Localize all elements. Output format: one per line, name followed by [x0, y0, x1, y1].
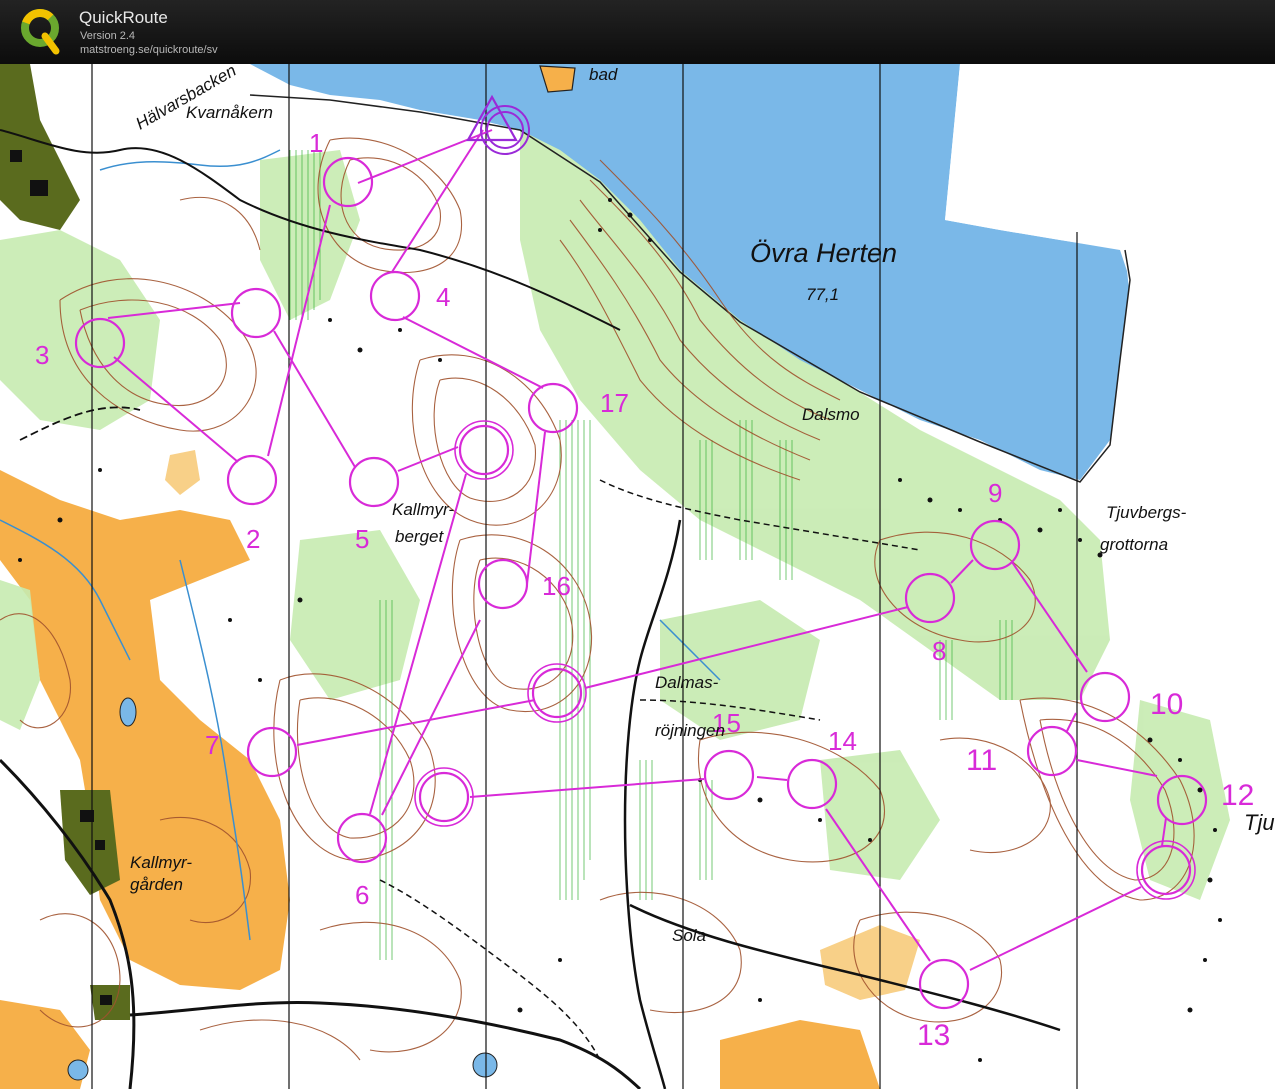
- control-number-2: 2: [246, 524, 260, 554]
- place-dalmas: Dalmas-: [655, 673, 719, 692]
- place-sola: Sola: [672, 926, 706, 945]
- app-version: Version 2.4: [80, 30, 136, 42]
- control-number-6: 6: [355, 880, 369, 910]
- control-number-8: 8: [932, 636, 946, 666]
- control-number-11: 11: [966, 744, 997, 777]
- control-13-circle: [918, 958, 970, 1010]
- place-rojningen: röjningen: [655, 721, 725, 740]
- control-number-9: 9: [988, 478, 1002, 508]
- place-tjuvbergs: Tjuvbergs-: [1106, 503, 1187, 522]
- control-d3-circle: [418, 771, 470, 823]
- control-d1-circle: [458, 424, 510, 476]
- control-number-10: 10: [1150, 688, 1183, 721]
- control-number-17: 17: [600, 388, 629, 418]
- control-15-circle: [703, 749, 755, 801]
- control-number-12: 12: [1221, 779, 1254, 812]
- control-5-circle: [348, 456, 400, 508]
- control-17-circle: [527, 382, 579, 434]
- quickroute-window: QuickRoute Version 2.4 matstroeng.se/qui…: [0, 0, 1275, 1089]
- place-berget: berget: [395, 527, 444, 546]
- open-land-south: [720, 1020, 880, 1089]
- place-grottorna: grottorna: [1100, 535, 1168, 554]
- place-kvarnakern: Kvarnåkern: [186, 103, 273, 122]
- place-kallmyr: Kallmyr-: [392, 500, 454, 519]
- control-number-4: 4: [436, 282, 450, 312]
- lake-altitude: 77,1: [806, 285, 839, 304]
- app-title: QuickRoute: [79, 8, 168, 27]
- map-canvas: 1 2 3 4 5 6 7 8 9 10 11 12 13 14 15 16 1…: [0, 64, 1275, 1089]
- control-2-circle: [226, 454, 278, 506]
- orienteering-map[interactable]: 1 2 3 4 5 6 7 8 9 10 11 12 13 14 15 16 1…: [0, 64, 1275, 1089]
- control-number-3: 3: [35, 340, 49, 370]
- control-number-13: 13: [917, 1019, 950, 1052]
- control-18-circle: [369, 270, 421, 322]
- control-10-circle: [1079, 671, 1131, 723]
- open-land-southeast: [820, 925, 920, 1000]
- place-tju: Tju: [1244, 810, 1275, 835]
- control-number-14: 14: [828, 726, 857, 756]
- place-dalsmo: Dalsmo: [802, 405, 860, 424]
- control-number-1: 1: [309, 128, 323, 158]
- control-number-5: 5: [355, 524, 369, 554]
- quickroute-logo-icon: [21, 9, 60, 55]
- place-garden: gården: [130, 875, 183, 894]
- open-land-hill: [165, 450, 200, 495]
- app-url: matstroeng.se/quickroute/sv: [80, 44, 218, 56]
- place-halvarsbacken: Hälvarsbacken: [133, 64, 240, 133]
- control-4-circle: [230, 287, 282, 339]
- lake-name: Övra Herten: [750, 238, 897, 268]
- place-bad: bad: [589, 65, 618, 84]
- control-number-7: 7: [205, 730, 219, 760]
- place-kallmyr-gard: Kallmyr-: [130, 853, 192, 872]
- title-bar: QuickRoute Version 2.4 matstroeng.se/qui…: [0, 0, 1275, 64]
- control-number-16: 16: [542, 571, 571, 601]
